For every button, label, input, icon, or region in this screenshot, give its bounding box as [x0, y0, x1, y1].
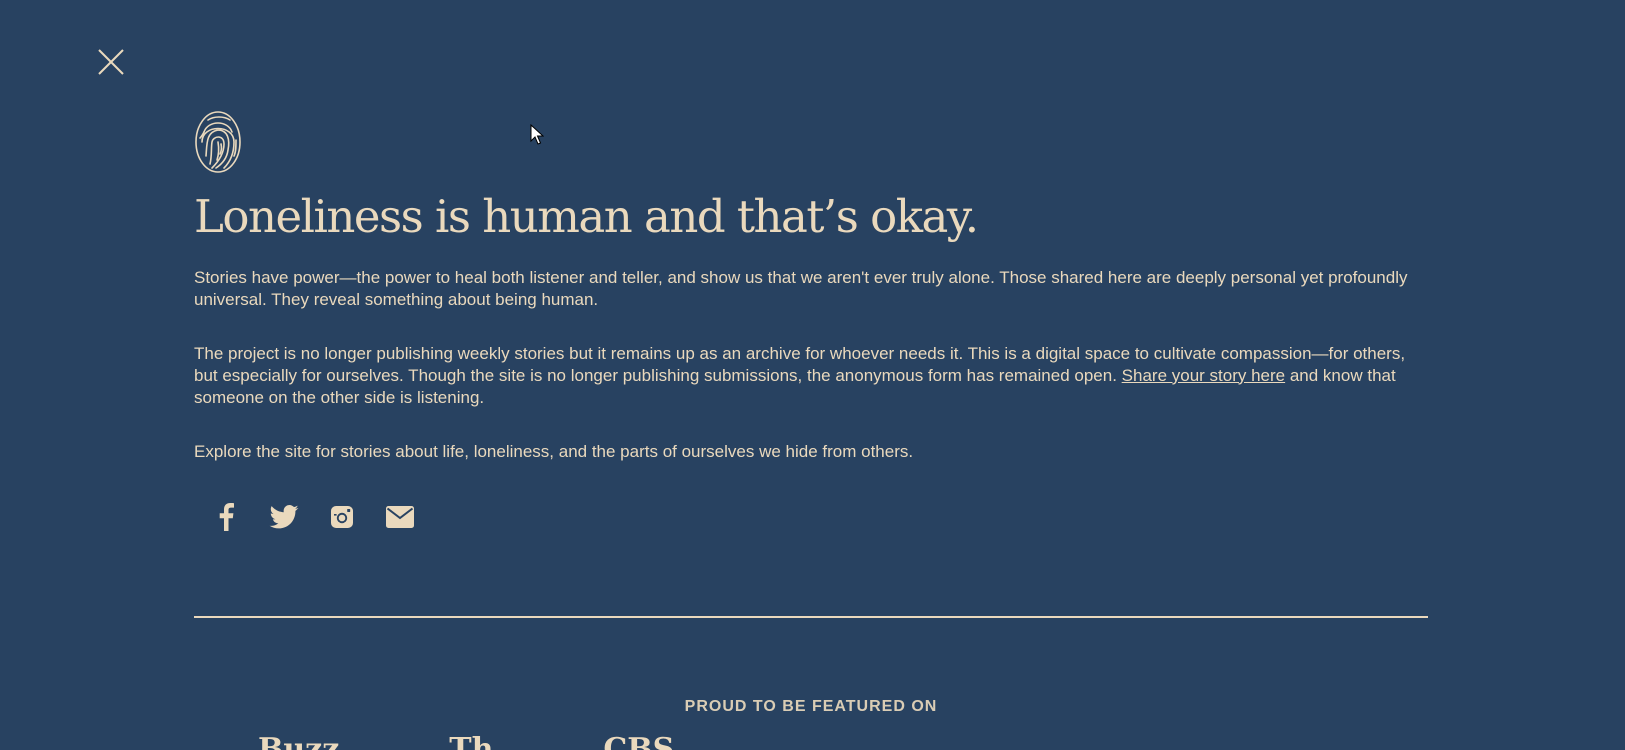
featured-logo-buzzfeed[interactable]: Buzz: [258, 735, 339, 750]
featured-heading: PROUD TO BE FEATURED ON: [684, 698, 938, 715]
fingerprint-icon: [195, 111, 241, 173]
featured-logo-cbs[interactable]: CBS: [603, 735, 674, 750]
about-overlay: Loneliness is human and that’s okay. Sto…: [0, 0, 1625, 750]
featured-logo-the[interactable]: Th: [449, 735, 493, 750]
page-title: Loneliness is human and that’s okay.: [194, 190, 979, 243]
intro-paragraph: Stories have power—the power to heal bot…: [194, 267, 1408, 309]
mouse-cursor-icon: [530, 124, 544, 145]
share-story-link[interactable]: Share your story here: [1122, 366, 1285, 385]
explore-paragraph: Explore the site for stories about life,…: [194, 441, 914, 461]
featured-logos: Buzz Th CBS: [258, 735, 674, 750]
email-icon[interactable]: [384, 501, 416, 533]
close-icon[interactable]: [95, 46, 127, 78]
section-divider: [194, 616, 1428, 618]
about-content: Loneliness is human and that’s okay. Sto…: [194, 110, 1428, 533]
facebook-icon[interactable]: [210, 501, 242, 533]
twitter-icon[interactable]: [268, 501, 300, 533]
social-links: [210, 501, 1428, 533]
instagram-icon[interactable]: [326, 501, 358, 533]
archive-paragraph: The project is no longer publishing week…: [194, 343, 1428, 409]
